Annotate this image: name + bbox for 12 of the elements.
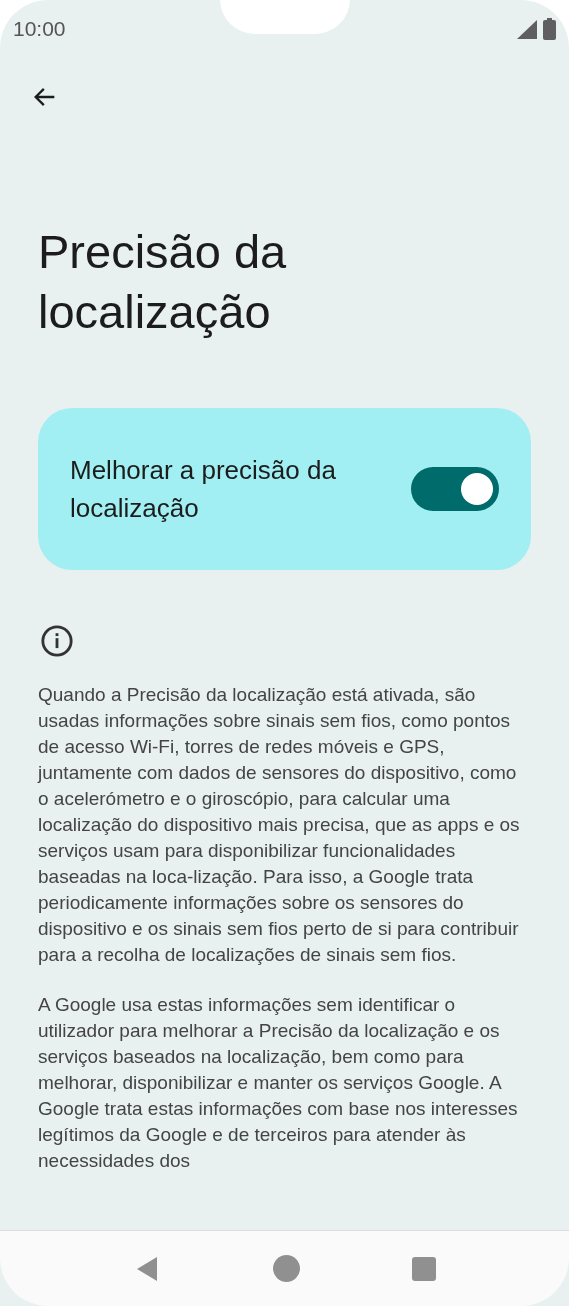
description-paragraph: Quando a Precisão da localização está ativada, são usadas informações sobre sinais sem fios, como pontos de acesso Wi-Fi, torres de redes móveis e GPS, juntamente com dados de sensores do dispositivo, como o acelerómetro e o giroscópio, para calcular uma localização do dispositivo mais precisa, que as apps e os serviços usam para disponibilizar funcionalidades baseadas na loca-lização. Para isso, a Google trata periodicamente informações sobre os sensores do dispositivo e os sinais sem fios perto de si para contribuir para a recolha de localizações de sinais sem fios.: [38, 683, 521, 967]
signal-icon: [517, 19, 537, 39]
toggle-card[interactable]: Melhorar a precisão da localização: [38, 408, 531, 570]
battery-icon: [543, 18, 556, 40]
home-button[interactable]: [273, 1255, 300, 1282]
description-paragraph: A Google usa estas informações sem identificar o utilizador para melhorar a Precisão da localização e os serviços baseados na localização, bem como para melhorar, disponibilizar e manter os serviços Google. A Google trata estas informações com base nos interesses legítimos da Google e de terceiros para atender às necessidades dos: [38, 993, 519, 1173]
page-title: Precisão da localização: [38, 224, 288, 340]
toggle-label: Melhorar a precisão da localização: [70, 454, 337, 525]
recents-button[interactable]: [412, 1256, 436, 1281]
info-icon: [40, 624, 74, 658]
toggle-switch[interactable]: [411, 467, 499, 511]
status-time: 10:00: [13, 16, 66, 43]
